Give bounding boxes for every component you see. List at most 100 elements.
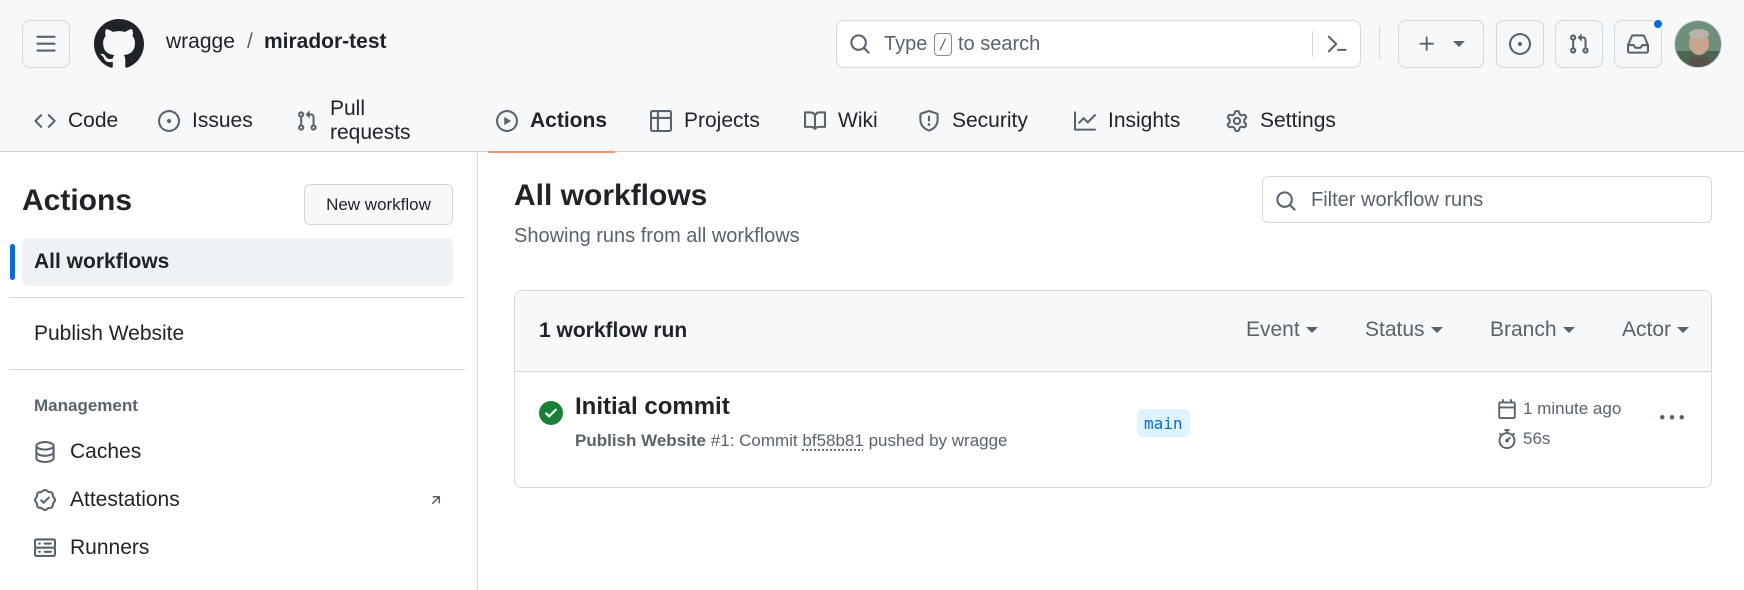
page-title: All workflows: [514, 179, 708, 212]
tab-actions[interactable]: Actions: [488, 90, 616, 153]
search-placeholder-suffix: to search: [958, 33, 1041, 55]
sidebar-item-label: Runners: [70, 536, 150, 559]
workflow-runs-table: 1 workflow run Event Status Branch Actor…: [514, 290, 1712, 488]
check-circle-fill-icon: [539, 401, 563, 425]
your-pull-requests-button[interactable]: [1555, 20, 1603, 68]
sidebar-divider: [10, 297, 465, 298]
command-palette-icon[interactable]: [1325, 33, 1349, 55]
tab-label: Issues: [192, 109, 253, 132]
tab-label: Security: [952, 109, 1028, 132]
filter-workflow-runs-field[interactable]: [1262, 176, 1712, 223]
branch-filter-dropdown[interactable]: Branch: [1490, 318, 1575, 342]
triangle-down-icon: [1453, 41, 1465, 47]
graph-icon: [1074, 111, 1096, 131]
run-duration: 56s: [1497, 429, 1550, 449]
book-icon: [804, 111, 826, 130]
filter-workflow-runs-input[interactable]: [1311, 185, 1701, 215]
tab-label: Pull requests: [330, 97, 411, 144]
search-placeholder-prefix: Type: [884, 33, 928, 55]
active-item-indicator: [10, 244, 15, 280]
tab-issues[interactable]: Issues: [150, 90, 261, 152]
global-search-input[interactable]: Type / to search: [836, 20, 1361, 68]
tab-insights[interactable]: Insights: [1066, 90, 1188, 152]
database-icon: [35, 441, 55, 463]
issue-opened-icon: [1509, 33, 1531, 55]
github-logo-icon[interactable]: [94, 19, 144, 69]
actor-filter-dropdown[interactable]: Actor: [1622, 318, 1690, 342]
run-commit-prefix: : Commit: [729, 431, 798, 450]
sidebar-item-label: Caches: [70, 440, 142, 463]
gear-icon: [1226, 110, 1248, 132]
run-time-text: 1 minute ago: [1523, 399, 1622, 418]
tab-label: Projects: [684, 109, 760, 132]
sidebar-item-label: All workflows: [34, 250, 170, 273]
actions-sidebar: Actions New workflow All workflows Publi…: [0, 152, 478, 590]
shield-icon: [919, 110, 939, 132]
server-icon: [34, 538, 56, 557]
code-icon: [34, 114, 56, 128]
git-pull-request-icon: [1570, 33, 1589, 54]
create-new-button[interactable]: [1398, 20, 1484, 68]
run-meta: Publish Website #1: Commit bf58b81 pushe…: [575, 431, 1008, 451]
filter-label: Event: [1246, 318, 1300, 341]
filter-label: Status: [1365, 318, 1425, 341]
tab-projects[interactable]: Projects: [642, 90, 768, 152]
sidebar-divider: [10, 369, 465, 370]
sidebar-item-attestations[interactable]: Attestations: [34, 484, 444, 516]
search-icon: [850, 34, 870, 54]
tab-settings[interactable]: Settings: [1218, 90, 1344, 152]
event-filter-dropdown[interactable]: Event: [1246, 318, 1318, 342]
kebab-horizontal-icon: [1660, 415, 1684, 420]
calendar-icon: [1498, 399, 1516, 419]
global-header: wragge / mirador-test Type / to search C…: [0, 0, 1744, 153]
sidebar-item-publish-website[interactable]: Publish Website: [34, 322, 184, 346]
breadcrumb-separator: /: [247, 30, 253, 53]
tab-wiki[interactable]: Wiki: [796, 90, 886, 152]
branch-label[interactable]: main: [1137, 409, 1190, 437]
menu-button[interactable]: [22, 20, 70, 68]
page-subtitle: Showing runs from all workflows: [514, 225, 800, 247]
unread-indicator: [1652, 18, 1664, 30]
new-workflow-button[interactable]: New workflow: [304, 184, 453, 225]
commit-sha-link[interactable]: bf58b81: [802, 431, 863, 450]
header-divider: [1379, 26, 1380, 60]
user-avatar[interactable]: [1674, 20, 1722, 68]
status-filter-dropdown[interactable]: Status: [1365, 318, 1443, 342]
inbox-icon: [1627, 34, 1649, 54]
run-title-link[interactable]: Initial commit: [575, 393, 730, 421]
tab-pull-requests[interactable]: Pull requests: [288, 90, 419, 152]
hamburger-icon: [36, 35, 56, 52]
run-number: #1: [710, 431, 730, 450]
breadcrumb-owner[interactable]: wragge: [166, 28, 235, 56]
tab-label: Actions: [530, 109, 608, 132]
tab-security[interactable]: Security: [910, 90, 1036, 152]
avatar-image-icon: [1675, 21, 1721, 67]
triangle-down-icon: [1430, 327, 1443, 333]
your-issues-button[interactable]: [1496, 20, 1544, 68]
sidebar-item-caches[interactable]: Caches: [34, 436, 444, 468]
table-icon: [650, 110, 672, 132]
triangle-down-icon: [1305, 327, 1318, 333]
tab-label: Settings: [1260, 109, 1336, 132]
breadcrumb-repo[interactable]: mirador-test: [264, 28, 387, 56]
search-icon: [1276, 191, 1296, 211]
stopwatch-icon: [1498, 429, 1516, 449]
sidebar-item-runners[interactable]: Runners: [34, 532, 444, 564]
run-actions-menu-button[interactable]: [1655, 401, 1689, 435]
link-external-arrow-icon: [431, 496, 441, 505]
run-workflow-name: Publish Website: [575, 431, 706, 450]
tab-code[interactable]: Code: [26, 90, 126, 152]
run-pushed-by: pushed by wragge: [868, 431, 1008, 450]
verified-icon: [34, 489, 56, 511]
sidebar-item-all-workflows[interactable]: All workflows: [22, 238, 453, 286]
tab-label: Code: [68, 109, 119, 132]
filter-label: Actor: [1622, 318, 1672, 341]
issue-opened-icon: [158, 110, 180, 132]
triangle-down-icon: [1677, 327, 1690, 333]
play-icon: [496, 110, 518, 132]
notifications-button[interactable]: [1614, 18, 1664, 68]
git-pull-request-icon: [298, 110, 317, 131]
runs-table-header: 1 workflow run Event Status Branch Actor: [515, 291, 1711, 372]
search-shortcut-key: /: [934, 33, 952, 56]
filter-label: Branch: [1490, 318, 1557, 341]
